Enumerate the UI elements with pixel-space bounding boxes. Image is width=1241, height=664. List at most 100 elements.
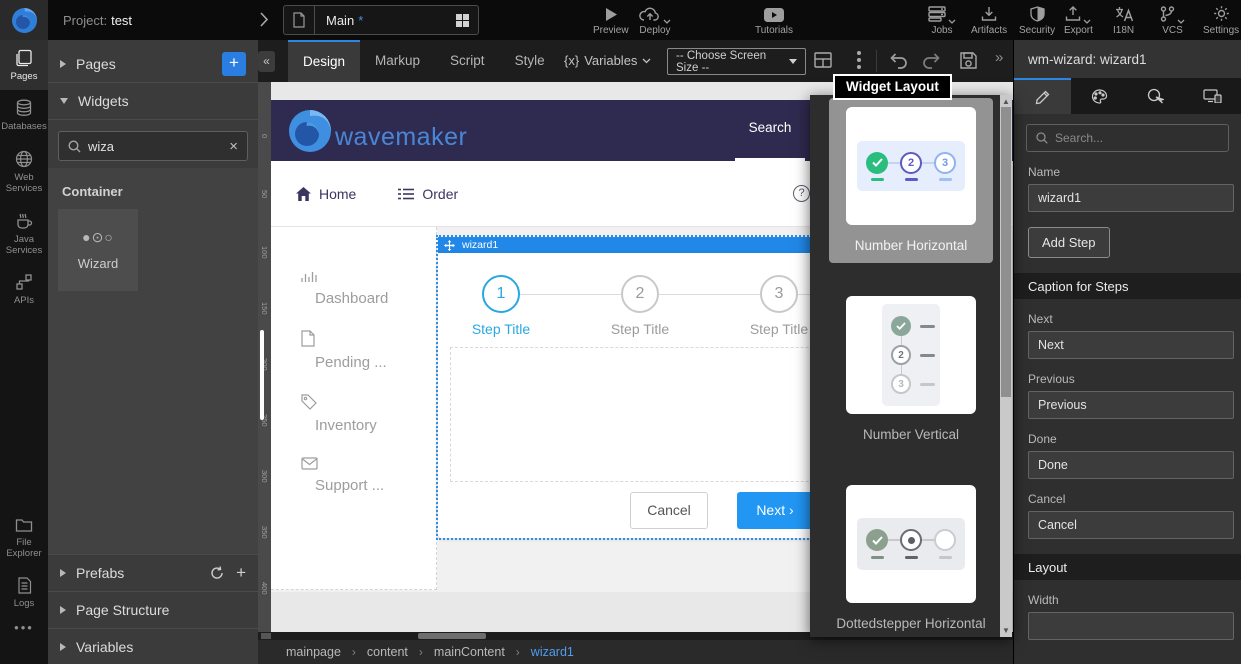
- clear-search-icon[interactable]: ×: [229, 138, 238, 155]
- breadcrumb-item-wizard1[interactable]: wizard1: [531, 645, 574, 659]
- previous-caption-input[interactable]: [1028, 391, 1234, 419]
- preview-button[interactable]: Preview: [593, 5, 629, 36]
- export-button[interactable]: Export: [1064, 5, 1093, 36]
- tab-style[interactable]: Style: [500, 40, 560, 82]
- widgets-section-header[interactable]: Widgets: [48, 83, 258, 120]
- wizard-step-3-circle[interactable]: 3: [760, 275, 798, 313]
- project-name: Project:test: [63, 13, 132, 28]
- scroll-down-icon[interactable]: ▼: [1000, 626, 1012, 635]
- properties-search-input[interactable]: [1055, 131, 1219, 145]
- jobs-button[interactable]: Jobs: [928, 5, 956, 36]
- check-circle-icon: [866, 529, 888, 551]
- collapse-panel-button[interactable]: «: [258, 51, 275, 72]
- layout-option-number-horizontal[interactable]: 23 Number Horizontal: [829, 98, 993, 263]
- pages-grid-icon[interactable]: [455, 13, 470, 28]
- branch-icon: [1160, 6, 1175, 22]
- widget-layout-button[interactable]: [814, 52, 832, 68]
- tab-properties[interactable]: [1014, 78, 1071, 114]
- cancel-caption-input[interactable]: [1028, 511, 1234, 539]
- breadcrumb-item-mainpage[interactable]: mainpage: [286, 645, 341, 659]
- horizontal-scroll-thumb[interactable]: [418, 633, 486, 639]
- variables-section-header[interactable]: Variables: [48, 628, 258, 664]
- rail-more-icon[interactable]: •••: [0, 620, 48, 635]
- layout-option-dottedstepper-horizontal[interactable]: Dottedstepper Horizontal: [829, 476, 993, 641]
- prefabs-section-header[interactable]: Prefabs +: [48, 554, 258, 591]
- redo-button[interactable]: [922, 52, 942, 69]
- scroll-up-icon[interactable]: ▲: [1000, 97, 1012, 106]
- popup-scrollbar[interactable]: ▲ ▼: [1000, 95, 1012, 637]
- artifacts-button[interactable]: Artifacts: [971, 5, 1007, 36]
- tab-design[interactable]: Design: [288, 40, 360, 82]
- nav-item-home[interactable]: Home: [296, 186, 356, 202]
- tab-script[interactable]: Script: [435, 40, 500, 82]
- rail-item-apis[interactable]: APIs: [0, 264, 48, 314]
- undo-button[interactable]: [888, 52, 908, 69]
- page-structure-section-header[interactable]: Page Structure: [48, 591, 258, 628]
- wizard-step-2-circle[interactable]: 2: [621, 275, 659, 313]
- tab-events[interactable]: [1128, 78, 1185, 114]
- done-caption-field: Done: [1014, 432, 1241, 479]
- tutorials-button[interactable]: Tutorials: [755, 5, 793, 36]
- breadcrumb-item-maincontent[interactable]: mainContent: [434, 645, 505, 659]
- rail-item-java-services[interactable]: Java Services: [0, 203, 48, 265]
- add-step-button[interactable]: Add Step: [1028, 227, 1110, 258]
- cloud-upload-icon: [639, 6, 661, 22]
- caption-for-steps-section-header[interactable]: Caption for Steps: [1014, 273, 1241, 299]
- width-input[interactable]: [1028, 612, 1234, 640]
- wizard-cancel-button[interactable]: Cancel: [630, 492, 708, 529]
- chevron-down-icon: [663, 19, 671, 24]
- side-nav-dashboard[interactable]: Dashboard: [301, 269, 436, 307]
- rail-item-logs[interactable]: Logs: [0, 568, 48, 617]
- deploy-button[interactable]: Deploy: [639, 5, 671, 36]
- expand-panel-button[interactable]: »: [995, 49, 1003, 66]
- widget-card-wizard[interactable]: ●⊙○ Wizard: [58, 209, 138, 291]
- name-input[interactable]: [1028, 184, 1234, 212]
- rail-item-databases[interactable]: Databases: [0, 90, 48, 140]
- tab-devices[interactable]: [1184, 78, 1241, 114]
- next-caption-input[interactable]: [1028, 331, 1234, 359]
- refresh-icon[interactable]: [210, 566, 224, 580]
- project-chevron-icon[interactable]: [259, 11, 269, 28]
- breadcrumb-separator: ›: [419, 645, 423, 659]
- topbar: Project:test Main * Preview Deploy: [0, 0, 1241, 40]
- site-nav-search[interactable]: Search: [741, 120, 799, 135]
- breadcrumb-separator: ›: [352, 645, 356, 659]
- breadcrumb: mainpage › content › mainContent › wizar…: [258, 640, 1013, 664]
- settings-button[interactable]: Settings: [1203, 5, 1239, 36]
- security-button[interactable]: Security: [1019, 5, 1055, 36]
- variables-dropdown[interactable]: {x} Variables: [564, 53, 651, 68]
- nav-item-order[interactable]: Order: [398, 186, 458, 202]
- chevron-down-icon: [1177, 19, 1185, 24]
- rail-item-pages[interactable]: Pages: [0, 40, 48, 90]
- layout-option-number-vertical[interactable]: 2 3 Number Vertical: [829, 287, 993, 452]
- tab-styles[interactable]: [1071, 78, 1128, 114]
- screen-size-select[interactable]: -- Choose Screen Size --: [667, 48, 806, 75]
- add-page-button[interactable]: +: [222, 52, 246, 76]
- side-nav-inventory[interactable]: Inventory: [301, 394, 436, 434]
- rail-item-file-explorer[interactable]: File Explorer: [0, 508, 48, 568]
- canvas-scroll-thumb[interactable]: [260, 330, 264, 420]
- save-button[interactable]: [960, 52, 977, 69]
- vcs-button[interactable]: VCS: [1160, 5, 1185, 36]
- wizard-step-1-circle[interactable]: 1: [482, 275, 520, 313]
- breadcrumb-item-content[interactable]: content: [367, 645, 408, 659]
- popup-scroll-thumb[interactable]: [1001, 107, 1011, 397]
- side-nav-pending[interactable]: Pending ...: [301, 330, 436, 371]
- page-tab-main[interactable]: Main *: [283, 5, 479, 35]
- wavemaker-logo[interactable]: [0, 0, 48, 40]
- side-nav-support[interactable]: Support ...: [301, 457, 436, 494]
- add-prefab-icon[interactable]: +: [236, 563, 246, 583]
- layout-section-header[interactable]: Layout: [1014, 554, 1241, 580]
- tab-markup[interactable]: Markup: [360, 40, 435, 82]
- pages-section-header[interactable]: Pages +: [48, 46, 258, 83]
- rail-item-web-services[interactable]: Web Services: [0, 141, 48, 203]
- more-options-kebab-icon[interactable]: [857, 51, 861, 69]
- help-icon[interactable]: ?: [793, 185, 810, 202]
- editor-tabs: Design Markup Script Style: [288, 40, 560, 82]
- wizard-next-button[interactable]: Next ›: [737, 492, 813, 529]
- widget-layout-popup: 23 Number Horizontal 2 3: [810, 95, 1012, 637]
- done-caption-input[interactable]: [1028, 451, 1234, 479]
- widget-group-label: Container: [48, 168, 258, 209]
- widget-search-input[interactable]: [88, 139, 222, 154]
- i18n-button[interactable]: I18N: [1113, 5, 1134, 36]
